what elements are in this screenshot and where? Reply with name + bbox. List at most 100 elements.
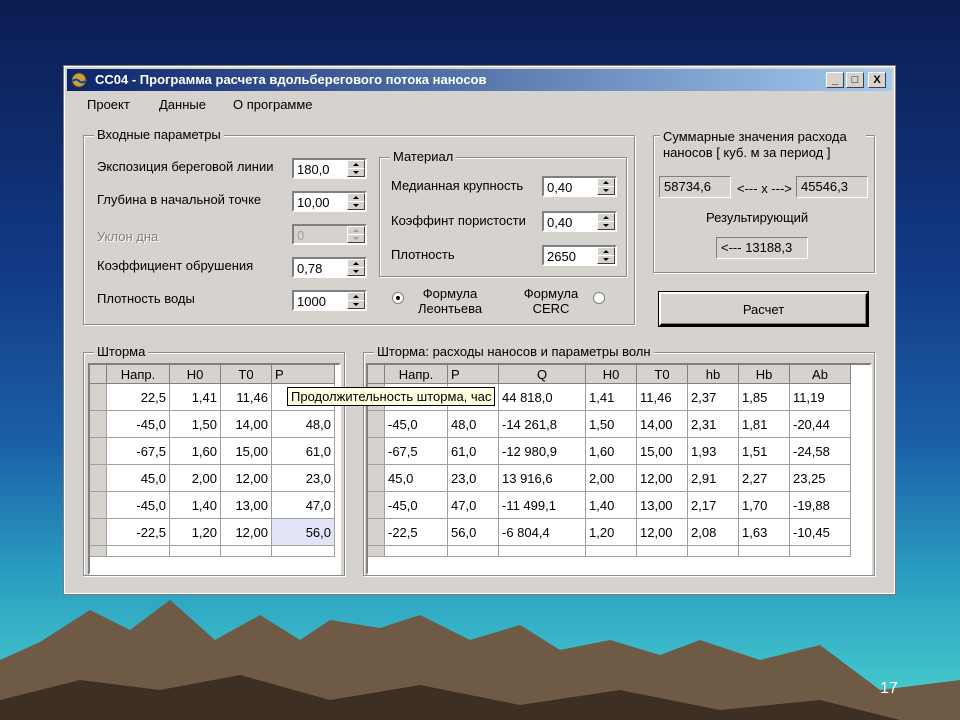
cell[interactable]: 12,00 <box>220 464 272 492</box>
cell[interactable]: 12,00 <box>220 518 272 546</box>
col-header-p[interactable]: P <box>271 365 335 384</box>
cell[interactable]: 44 818,0 <box>498 383 586 411</box>
cell[interactable]: -19,88 <box>789 491 851 519</box>
cell[interactable]: -45,0 <box>384 491 448 519</box>
cell[interactable]: -45,0 <box>384 410 448 438</box>
menu-data[interactable]: Данные <box>159 97 206 112</box>
cell[interactable] <box>738 545 790 557</box>
cell[interactable]: 48,0 <box>271 410 335 438</box>
spin-down-icon[interactable] <box>597 255 615 264</box>
cell[interactable] <box>585 545 637 557</box>
cell[interactable]: 11,46 <box>220 383 272 411</box>
cell[interactable]: 13 916,6 <box>498 464 586 492</box>
cell[interactable] <box>384 545 448 557</box>
col-header-ab[interactable]: Ab <box>789 365 851 384</box>
col-header-direction[interactable]: Напр. <box>106 365 170 384</box>
spin-down-icon[interactable] <box>597 186 615 195</box>
cell[interactable]: 61,0 <box>271 437 335 465</box>
cell[interactable]: 2,91 <box>687 464 739 492</box>
cell[interactable]: 22,5 <box>106 383 170 411</box>
cell[interactable]: 1,20 <box>585 518 637 546</box>
cell[interactable]: 1,63 <box>738 518 790 546</box>
cell[interactable] <box>169 545 221 557</box>
row-selector[interactable] <box>368 437 385 465</box>
calculate-button[interactable]: Расчет <box>658 291 869 327</box>
cell[interactable]: 48,0 <box>447 410 499 438</box>
cell[interactable]: 13,00 <box>636 491 688 519</box>
minimize-button[interactable]: _ <box>826 72 844 88</box>
cell[interactable]: 23,0 <box>447 464 499 492</box>
cell[interactable]: -24,58 <box>789 437 851 465</box>
water-density-input[interactable]: 1000 <box>292 290 367 311</box>
porosity-input[interactable]: 0,40 <box>542 211 617 232</box>
cell[interactable]: 1,41 <box>585 383 637 411</box>
cell[interactable]: 2,17 <box>687 491 739 519</box>
col-header-direction[interactable]: Напр. <box>384 365 448 384</box>
titlebar[interactable]: CC04 - Программа расчета вдольберегового… <box>67 69 892 91</box>
cell[interactable]: 47,0 <box>447 491 499 519</box>
cell[interactable]: 12,00 <box>636 518 688 546</box>
row-selector[interactable] <box>368 491 385 519</box>
col-header-t0[interactable]: T0 <box>636 365 688 384</box>
table-row[interactable]: 45,0 2,00 12,00 23,0 <box>90 464 335 492</box>
cell[interactable] <box>106 545 170 557</box>
cell[interactable]: 11,46 <box>636 383 688 411</box>
row-selector[interactable] <box>90 383 107 411</box>
cell-selected[interactable]: 56,0 <box>271 518 335 546</box>
col-header-hb-small[interactable]: hb <box>687 365 739 384</box>
cell[interactable]: 1,40 <box>585 491 637 519</box>
cell[interactable] <box>636 545 688 557</box>
cell[interactable]: 47,0 <box>271 491 335 519</box>
row-selector[interactable] <box>368 410 385 438</box>
cell[interactable]: 1,81 <box>738 410 790 438</box>
cell[interactable]: -67,5 <box>106 437 170 465</box>
row-selector[interactable] <box>368 545 385 557</box>
cell[interactable] <box>271 545 335 557</box>
cell[interactable]: -67,5 <box>384 437 448 465</box>
initial-depth-input[interactable]: 10,00 <box>292 191 367 212</box>
table-row[interactable]: -45,0 47,0 -11 499,1 1,40 13,00 2,17 1,70 -19,8… <box>368 491 851 519</box>
cell[interactable]: 12,00 <box>636 464 688 492</box>
row-selector[interactable] <box>368 518 385 546</box>
radio-cerc-label[interactable]: Формула CERC <box>515 286 587 316</box>
cell[interactable]: -10,45 <box>789 518 851 546</box>
cell[interactable]: 23,0 <box>271 464 335 492</box>
row-selector[interactable] <box>368 464 385 492</box>
cell[interactable]: 56,0 <box>447 518 499 546</box>
breaking-coef-input[interactable]: 0,78 <box>292 257 367 278</box>
maximize-button[interactable]: □ <box>846 72 864 88</box>
cell[interactable]: -20,44 <box>789 410 851 438</box>
col-header-t0[interactable]: T0 <box>220 365 272 384</box>
cell[interactable]: 2,37 <box>687 383 739 411</box>
col-header-hb[interactable]: Hb <box>738 365 790 384</box>
cell[interactable]: 2,08 <box>687 518 739 546</box>
cell[interactable]: -12 980,9 <box>498 437 586 465</box>
cell[interactable]: 13,00 <box>220 491 272 519</box>
spin-down-icon[interactable] <box>347 201 365 210</box>
row-selector[interactable] <box>90 518 107 546</box>
cell[interactable]: 1,60 <box>169 437 221 465</box>
table-row[interactable]: -45,0 1,40 13,00 47,0 <box>90 491 335 519</box>
cell[interactable]: 11,19 <box>789 383 851 411</box>
table-row[interactable]: 45,0 23,0 13 916,6 2,00 12,00 2,91 2,27 23,25 <box>368 464 851 492</box>
table-row-new[interactable] <box>90 545 335 557</box>
cell[interactable]: 1,51 <box>738 437 790 465</box>
col-header-p[interactable]: P <box>447 365 499 384</box>
table-row-new[interactable] <box>368 545 851 557</box>
spin-down-icon[interactable] <box>347 267 365 276</box>
cell[interactable] <box>220 545 272 557</box>
shore-exposition-input[interactable]: 180,0 <box>292 158 367 179</box>
spin-down-icon[interactable] <box>597 221 615 230</box>
table-row[interactable]: -67,5 1,60 15,00 61,0 <box>90 437 335 465</box>
cell[interactable]: 1,70 <box>738 491 790 519</box>
cell[interactable]: 1,20 <box>169 518 221 546</box>
table-row[interactable]: -22,5 56,0 -6 804,4 1,20 12,00 2,08 1,63 -10,45 <box>368 518 851 546</box>
cell[interactable]: 1,41 <box>169 383 221 411</box>
table-row[interactable]: -45,0 1,50 14,00 48,0 <box>90 410 335 438</box>
col-header-q[interactable]: Q <box>498 365 586 384</box>
col-header-h0[interactable]: H0 <box>585 365 637 384</box>
sediment-density-input[interactable]: 2650 <box>542 245 617 266</box>
cell[interactable]: -22,5 <box>384 518 448 546</box>
radio-leontiev[interactable] <box>392 292 404 304</box>
cell[interactable] <box>789 545 851 557</box>
